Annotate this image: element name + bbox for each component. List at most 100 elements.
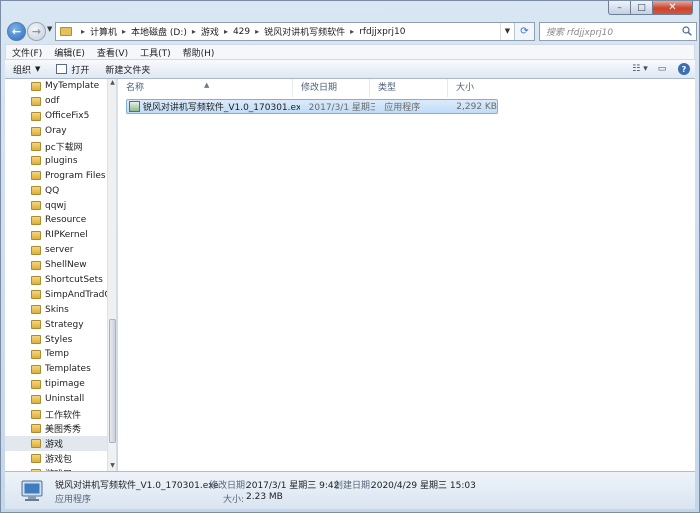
recent-pages-dropdown[interactable]: ▼ bbox=[47, 25, 52, 33]
tree-item[interactable]: 美图秀秀 bbox=[5, 421, 116, 436]
folder-icon bbox=[31, 141, 41, 151]
tree-item[interactable]: SimpAndTradCo bbox=[5, 287, 116, 302]
menu-tools[interactable]: 工具(T) bbox=[134, 46, 177, 59]
menu-view[interactable]: 查看(V) bbox=[91, 46, 134, 59]
column-name[interactable]: ▲ 名称 bbox=[118, 79, 293, 97]
application-icon bbox=[21, 480, 43, 501]
tree-item[interactable]: Strategy bbox=[5, 317, 116, 332]
tree-item-label: ShortcutSets bbox=[45, 275, 103, 286]
tree-item[interactable]: server bbox=[5, 243, 116, 258]
tree-item[interactable]: Skins bbox=[5, 302, 116, 317]
folder-icon bbox=[31, 245, 41, 255]
chevron-right-icon[interactable]: ▸ bbox=[192, 27, 196, 36]
forward-button[interactable]: → bbox=[27, 22, 46, 41]
tree-item-label: QQ bbox=[45, 185, 60, 196]
navigation-scrollbar[interactable]: ▲ ▼ bbox=[107, 79, 116, 471]
view-options-icon[interactable]: ☷ ▾ bbox=[629, 61, 651, 77]
chevron-down-icon: ▼ bbox=[35, 65, 41, 73]
open-button[interactable]: 打开 bbox=[48, 60, 97, 78]
chevron-right-icon[interactable]: ▸ bbox=[350, 27, 354, 36]
breadcrumb-software[interactable]: 锐风对讲机写频软件 bbox=[264, 25, 345, 38]
help-icon: ? bbox=[678, 63, 690, 75]
toolbar-right: ☷ ▾ ▭ ? bbox=[629, 61, 695, 77]
minimize-button[interactable]: – bbox=[608, 1, 631, 15]
tree-item[interactable]: RIPKernel bbox=[5, 228, 116, 243]
column-type[interactable]: 类型 bbox=[370, 79, 448, 97]
breadcrumb-drive-d[interactable]: 本地磁盘 (D:) bbox=[131, 25, 187, 38]
chevron-right-icon[interactable]: ▸ bbox=[255, 27, 259, 36]
breadcrumb-games[interactable]: 游戏 bbox=[201, 25, 219, 38]
scroll-down-icon[interactable]: ▼ bbox=[108, 462, 116, 471]
close-button[interactable]: ✕ bbox=[653, 1, 693, 15]
column-date[interactable]: 修改日期 bbox=[293, 79, 370, 97]
tree-item[interactable]: Oray bbox=[5, 124, 116, 139]
menu-file[interactable]: 文件(F) bbox=[6, 46, 48, 59]
details-modified-label: 修改日期: bbox=[209, 481, 249, 491]
tree-item[interactable]: odf bbox=[5, 94, 116, 109]
search-icon[interactable] bbox=[682, 26, 692, 36]
tree-item[interactable]: 工作软件 bbox=[5, 407, 116, 422]
scroll-up-icon[interactable]: ▲ bbox=[108, 79, 116, 88]
chevron-right-icon[interactable]: ▸ bbox=[224, 27, 228, 36]
help-button[interactable]: ? bbox=[673, 61, 695, 77]
navigation-pane: MyTemplate odf OfficeFix5 Oray pc下载网 plugins P… bbox=[5, 79, 117, 471]
tree-item[interactable]: Program Files bbox=[5, 168, 116, 183]
tree-item[interactable]: QQ bbox=[5, 183, 116, 198]
folder-icon bbox=[31, 364, 41, 374]
folder-icon bbox=[31, 111, 41, 121]
breadcrumb-429[interactable]: 429 bbox=[233, 27, 250, 37]
breadcrumb-computer[interactable]: 计算机 bbox=[90, 25, 117, 38]
back-button[interactable]: ← bbox=[7, 22, 26, 41]
address-dropdown-icon[interactable]: ▼ bbox=[500, 23, 514, 40]
refresh-icon[interactable]: ⟳ bbox=[514, 23, 534, 40]
organize-button[interactable]: 组织 ▼ bbox=[5, 60, 48, 78]
folder-icon bbox=[31, 216, 41, 226]
tree-item[interactable]: Uninstall bbox=[5, 392, 116, 407]
search-input[interactable]: 搜索 rfdjjxprj10 bbox=[539, 22, 697, 41]
search-placeholder: 搜索 rfdjjxprj10 bbox=[546, 28, 614, 38]
folder-icon bbox=[31, 186, 41, 196]
tree-item[interactable]: OfficeFix5 bbox=[5, 109, 116, 124]
folder-icon bbox=[31, 126, 41, 136]
folder-icon bbox=[31, 409, 41, 419]
tree-item[interactable]: ShortcutSets bbox=[5, 273, 116, 288]
details-size-label: 大小: bbox=[223, 495, 245, 505]
new-folder-button[interactable]: 新建文件夹 bbox=[97, 60, 158, 78]
folder-icon bbox=[31, 439, 41, 449]
details-file-name: 锐风对讲机写频软件_V1.0_170301.exe bbox=[55, 481, 219, 491]
tree-item-label: 游戏 bbox=[45, 440, 64, 451]
preview-pane-icon[interactable]: ▭ bbox=[651, 61, 673, 77]
column-size[interactable]: 大小 bbox=[448, 79, 498, 97]
tree-item[interactable]: pc下载网 bbox=[5, 139, 116, 154]
details-size-value: 2.23 MB bbox=[246, 492, 283, 502]
chevron-right-icon[interactable]: ▸ bbox=[81, 27, 85, 36]
menu-help[interactable]: 帮助(H) bbox=[177, 46, 221, 59]
file-date: 2017/3/1 星期三 ... bbox=[308, 103, 376, 113]
tree-item-label: OfficeFix5 bbox=[45, 111, 90, 122]
tree-item[interactable]: Templates bbox=[5, 362, 116, 377]
file-type: 应用程序 bbox=[384, 103, 421, 113]
tree-item-label: 美图秀秀 bbox=[45, 425, 82, 436]
tree-item-label: Resource bbox=[45, 215, 87, 226]
tree-item-label: SimpAndTradCo bbox=[45, 289, 117, 300]
file-row-selected[interactable]: 锐风对讲机写频软件_V1.0_170301.exe 2017/3/1 星期三 .… bbox=[126, 99, 498, 114]
maximize-button[interactable]: □ bbox=[631, 1, 653, 15]
address-bar[interactable]: ▸ 计算机 ▸ 本地磁盘 (D:) ▸ 游戏 ▸ 429 ▸ 锐风对讲机写频软件… bbox=[55, 22, 535, 41]
menu-edit[interactable]: 编辑(E) bbox=[48, 46, 91, 59]
tree-item-label: Temp bbox=[45, 349, 69, 360]
tree-item[interactable]: plugins bbox=[5, 153, 116, 168]
tree-item[interactable]: MyTemplate bbox=[5, 79, 116, 94]
chevron-right-icon[interactable]: ▸ bbox=[122, 27, 126, 36]
breadcrumb-current[interactable]: rfdjjxprj10 bbox=[359, 27, 405, 37]
tree-item[interactable]: Resource bbox=[5, 213, 116, 228]
tree-item[interactable]: qqwj bbox=[5, 198, 116, 213]
tree-item[interactable]: Styles bbox=[5, 332, 116, 347]
sort-ascending-icon: ▲ bbox=[204, 81, 210, 89]
tree-item[interactable]: 游戏 bbox=[5, 436, 116, 452]
tree-item[interactable]: tipimage bbox=[5, 377, 116, 392]
scrollbar-thumb[interactable] bbox=[109, 319, 116, 443]
tree-item[interactable]: 游戏包 bbox=[5, 451, 116, 466]
tree-item[interactable]: ShellNew bbox=[5, 258, 116, 273]
open-icon bbox=[56, 64, 68, 74]
tree-item[interactable]: Temp bbox=[5, 347, 116, 362]
